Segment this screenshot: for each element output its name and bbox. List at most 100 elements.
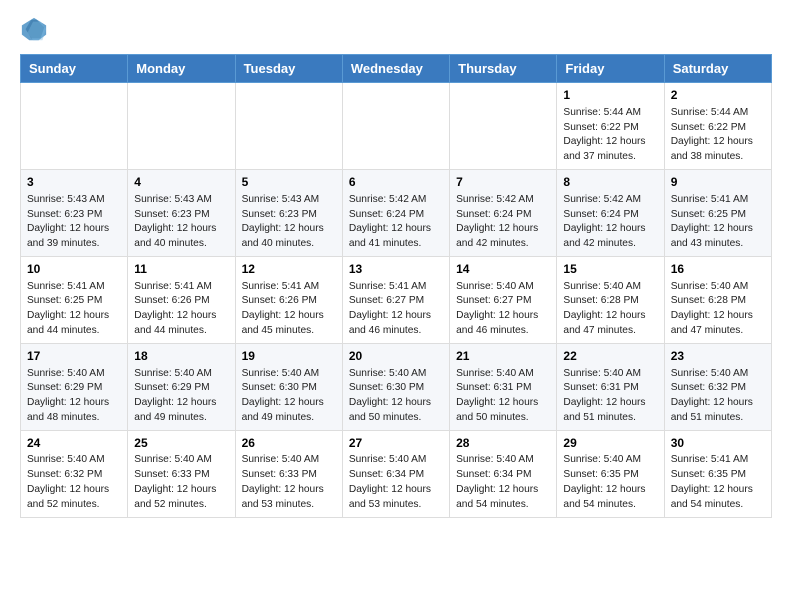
- day-number: 11: [134, 261, 228, 278]
- day-number: 24: [27, 435, 121, 452]
- day-cell: 11 Sunrise: 5:41 AM Sunset: 6:26 PM Dayli…: [128, 256, 235, 343]
- day-number: 8: [563, 174, 657, 191]
- day-info: Sunrise: 5:41 AM Sunset: 6:26 PM Dayligh…: [242, 280, 336, 339]
- header: [20, 16, 772, 44]
- day-number: 23: [671, 348, 765, 365]
- day-number: 1: [563, 87, 657, 104]
- day-info: Sunrise: 5:40 AM Sunset: 6:32 PM Dayligh…: [27, 453, 121, 512]
- day-number: 14: [456, 261, 550, 278]
- day-cell: 26Sunrise: 5:40 AM Sunset: 6:33 PM Dayli…: [235, 430, 342, 517]
- day-info: Sunrise: 5:41 AM Sunset: 6:27 PM Dayligh…: [349, 280, 443, 339]
- day-number: 16: [671, 261, 765, 278]
- week-row-5: 24Sunrise: 5:40 AM Sunset: 6:32 PM Dayli…: [21, 430, 772, 517]
- day-info: Sunrise: 5:40 AM Sunset: 6:33 PM Dayligh…: [134, 453, 228, 512]
- header-cell-thursday: Thursday: [450, 55, 557, 83]
- day-cell: 7 Sunrise: 5:42 AM Sunset: 6:24 PM Daylig…: [450, 169, 557, 256]
- day-info: Sunrise: 5:41 AM Sunset: 6:25 PM Dayligh…: [27, 280, 121, 339]
- day-cell: [21, 83, 128, 170]
- day-number: 7: [456, 174, 550, 191]
- day-cell: [235, 83, 342, 170]
- day-cell: [342, 83, 449, 170]
- day-cell: 8 Sunrise: 5:42 AM Sunset: 6:24 PM Daylig…: [557, 169, 664, 256]
- day-cell: 9Sunrise: 5:41 AM Sunset: 6:25 PM Daylig…: [664, 169, 771, 256]
- day-info: Sunrise: 5:44 AM Sunset: 6:22 PM Dayligh…: [671, 106, 765, 165]
- header-row: SundayMondayTuesdayWednesdayThursdayFrid…: [21, 55, 772, 83]
- day-cell: 2 Sunrise: 5:44 AM Sunset: 6:22 PM Daylig…: [664, 83, 771, 170]
- day-info: Sunrise: 5:42 AM Sunset: 6:24 PM Dayligh…: [563, 193, 657, 252]
- header-cell-monday: Monday: [128, 55, 235, 83]
- day-number: 10: [27, 261, 121, 278]
- day-cell: 21Sunrise: 5:40 AM Sunset: 6:31 PM Dayli…: [450, 343, 557, 430]
- day-number: 27: [349, 435, 443, 452]
- day-cell: [450, 83, 557, 170]
- day-cell: 3 Sunrise: 5:43 AM Sunset: 6:23 PM Daylig…: [21, 169, 128, 256]
- day-cell: 29Sunrise: 5:40 AM Sunset: 6:35 PM Dayli…: [557, 430, 664, 517]
- day-info: Sunrise: 5:40 AM Sunset: 6:29 PM Dayligh…: [134, 367, 228, 426]
- header-cell-saturday: Saturday: [664, 55, 771, 83]
- day-cell: 10 Sunrise: 5:41 AM Sunset: 6:25 PM Dayli…: [21, 256, 128, 343]
- day-info: Sunrise: 5:40 AM Sunset: 6:31 PM Dayligh…: [456, 367, 550, 426]
- day-info: Sunrise: 5:40 AM Sunset: 6:34 PM Dayligh…: [349, 453, 443, 512]
- day-cell: 6 Sunrise: 5:42 AM Sunset: 6:24 PM Daylig…: [342, 169, 449, 256]
- day-info: Sunrise: 5:41 AM Sunset: 6:26 PM Dayligh…: [134, 280, 228, 339]
- day-number: 20: [349, 348, 443, 365]
- day-number: 6: [349, 174, 443, 191]
- week-row-1: 1 Sunrise: 5:44 AM Sunset: 6:22 PM Daylig…: [21, 83, 772, 170]
- day-info: Sunrise: 5:43 AM Sunset: 6:23 PM Dayligh…: [242, 193, 336, 252]
- day-cell: 14 Sunrise: 5:40 AM Sunset: 6:27 PM Dayli…: [450, 256, 557, 343]
- day-number: 3: [27, 174, 121, 191]
- day-info: Sunrise: 5:40 AM Sunset: 6:29 PM Dayligh…: [27, 367, 121, 426]
- logo: [20, 16, 50, 44]
- week-row-4: 17 Sunrise: 5:40 AM Sunset: 6:29 PM Dayli…: [21, 343, 772, 430]
- day-cell: 20 Sunrise: 5:40 AM Sunset: 6:30 PM Dayli…: [342, 343, 449, 430]
- day-cell: 27Sunrise: 5:40 AM Sunset: 6:34 PM Dayli…: [342, 430, 449, 517]
- day-number: 4: [134, 174, 228, 191]
- calendar-body: 1 Sunrise: 5:44 AM Sunset: 6:22 PM Daylig…: [21, 83, 772, 518]
- day-number: 12: [242, 261, 336, 278]
- day-info: Sunrise: 5:40 AM Sunset: 6:31 PM Dayligh…: [563, 367, 657, 426]
- day-cell: 24Sunrise: 5:40 AM Sunset: 6:32 PM Dayli…: [21, 430, 128, 517]
- day-info: Sunrise: 5:40 AM Sunset: 6:34 PM Dayligh…: [456, 453, 550, 512]
- day-number: 17: [27, 348, 121, 365]
- day-cell: 30Sunrise: 5:41 AM Sunset: 6:35 PM Dayli…: [664, 430, 771, 517]
- day-info: Sunrise: 5:41 AM Sunset: 6:35 PM Dayligh…: [671, 453, 765, 512]
- day-number: 30: [671, 435, 765, 452]
- day-info: Sunrise: 5:40 AM Sunset: 6:28 PM Dayligh…: [563, 280, 657, 339]
- day-number: 25: [134, 435, 228, 452]
- calendar: SundayMondayTuesdayWednesdayThursdayFrid…: [20, 54, 772, 518]
- day-cell: 19 Sunrise: 5:40 AM Sunset: 6:30 PM Dayli…: [235, 343, 342, 430]
- day-cell: 1Sunrise: 5:44 AM Sunset: 6:22 PM Daylig…: [557, 83, 664, 170]
- day-number: 2: [671, 87, 765, 104]
- day-number: 26: [242, 435, 336, 452]
- day-number: 18: [134, 348, 228, 365]
- header-cell-wednesday: Wednesday: [342, 55, 449, 83]
- day-number: 29: [563, 435, 657, 452]
- logo-icon: [20, 16, 48, 44]
- day-cell: 5Sunrise: 5:43 AM Sunset: 6:23 PM Daylig…: [235, 169, 342, 256]
- day-info: Sunrise: 5:40 AM Sunset: 6:30 PM Dayligh…: [242, 367, 336, 426]
- day-info: Sunrise: 5:40 AM Sunset: 6:27 PM Dayligh…: [456, 280, 550, 339]
- day-info: Sunrise: 5:43 AM Sunset: 6:23 PM Dayligh…: [27, 193, 121, 252]
- day-cell: 16 Sunrise: 5:40 AM Sunset: 6:28 PM Dayli…: [664, 256, 771, 343]
- day-cell: 23Sunrise: 5:40 AM Sunset: 6:32 PM Dayli…: [664, 343, 771, 430]
- day-number: 28: [456, 435, 550, 452]
- day-number: 19: [242, 348, 336, 365]
- day-info: Sunrise: 5:40 AM Sunset: 6:35 PM Dayligh…: [563, 453, 657, 512]
- calendar-header: SundayMondayTuesdayWednesdayThursdayFrid…: [21, 55, 772, 83]
- day-cell: 22Sunrise: 5:40 AM Sunset: 6:31 PM Dayli…: [557, 343, 664, 430]
- day-info: Sunrise: 5:40 AM Sunset: 6:28 PM Dayligh…: [671, 280, 765, 339]
- day-info: Sunrise: 5:42 AM Sunset: 6:24 PM Dayligh…: [349, 193, 443, 252]
- day-cell: 25Sunrise: 5:40 AM Sunset: 6:33 PM Dayli…: [128, 430, 235, 517]
- day-number: 13: [349, 261, 443, 278]
- day-cell: 12 Sunrise: 5:41 AM Sunset: 6:26 PM Dayli…: [235, 256, 342, 343]
- header-cell-sunday: Sunday: [21, 55, 128, 83]
- day-info: Sunrise: 5:43 AM Sunset: 6:23 PM Dayligh…: [134, 193, 228, 252]
- day-number: 9: [671, 174, 765, 191]
- header-cell-friday: Friday: [557, 55, 664, 83]
- day-cell: [128, 83, 235, 170]
- week-row-2: 3 Sunrise: 5:43 AM Sunset: 6:23 PM Daylig…: [21, 169, 772, 256]
- day-info: Sunrise: 5:40 AM Sunset: 6:30 PM Dayligh…: [349, 367, 443, 426]
- day-cell: 18 Sunrise: 5:40 AM Sunset: 6:29 PM Dayli…: [128, 343, 235, 430]
- day-info: Sunrise: 5:42 AM Sunset: 6:24 PM Dayligh…: [456, 193, 550, 252]
- day-number: 15: [563, 261, 657, 278]
